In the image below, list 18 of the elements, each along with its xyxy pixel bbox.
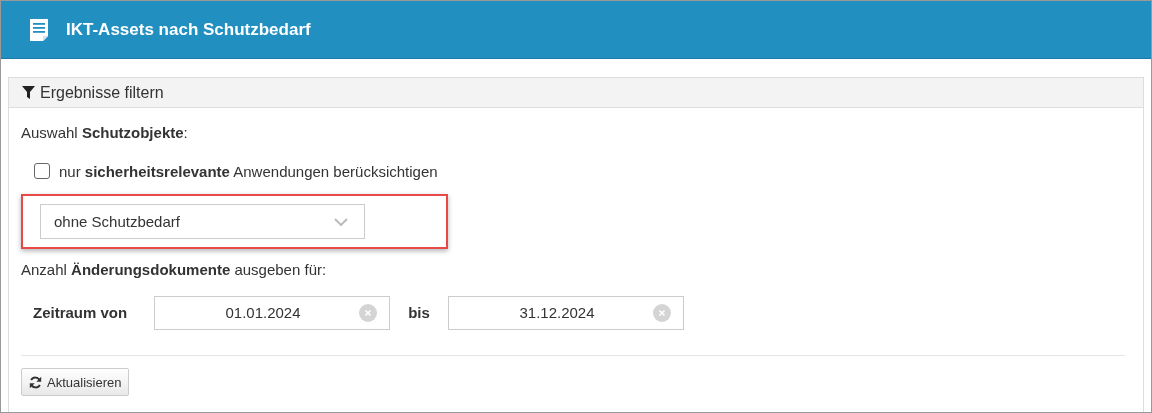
date-field[interactable]: 31.12.2024 [448, 295, 684, 330]
clear-icon[interactable] [653, 303, 671, 322]
period-label: bis [407, 304, 431, 321]
refresh-icon [29, 375, 42, 389]
date-field[interactable]: 01.01.2024 [154, 295, 390, 330]
selection-label: Auswahl Schutzobjekte: [21, 123, 189, 143]
filter-icon [22, 86, 35, 99]
checkbox-label: nur sicherheitsrelevante Anwendungen berücksichtigen [59, 162, 438, 180]
clear-icon[interactable] [359, 303, 377, 322]
page-title: IKT-Assets nach Schutzbedarf [66, 19, 311, 40]
dropdown[interactable]: ohne Schutzbedarf [40, 204, 365, 239]
panel-title: Ergebnisse filtern [40, 83, 164, 102]
period-label: Zeitraum von [33, 304, 129, 321]
refresh-button[interactable]: Aktualisieren [21, 368, 130, 396]
document-icon [29, 17, 49, 42]
count-label: Anzahl Änderungsdokumente ausgeben für: [21, 260, 328, 280]
chevron-down-icon [334, 217, 348, 226]
checkbox[interactable] [34, 163, 50, 179]
